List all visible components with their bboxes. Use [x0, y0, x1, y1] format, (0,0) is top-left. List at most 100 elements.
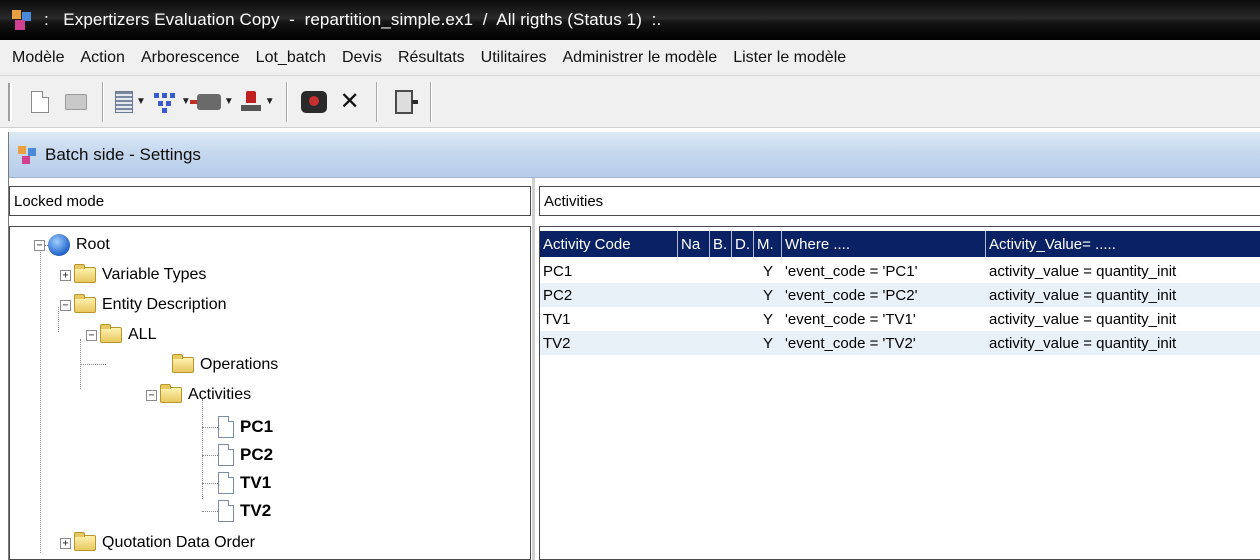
connector-button[interactable]: ▼	[189, 84, 234, 120]
cell-b[interactable]	[710, 283, 732, 307]
column-header-na[interactable]: Na	[678, 231, 710, 257]
column-header-activity-value[interactable]: Activity_Value= .....	[986, 231, 1260, 257]
cell-na[interactable]	[678, 331, 710, 355]
cell-m[interactable]: Y	[754, 307, 782, 331]
tree-view[interactable]: − Root + Variable Types − Entity Descrip…	[9, 226, 531, 560]
menu-arborescence[interactable]: Arborescence	[133, 49, 248, 67]
window-title: : Expertizers Evaluation Copy - repartit…	[44, 10, 662, 29]
column-header-d[interactable]: D.	[732, 231, 754, 257]
column-header-activity-code[interactable]: Activity Code	[540, 231, 678, 257]
cell-b[interactable]	[710, 331, 732, 355]
list-button[interactable]: ▼	[115, 84, 146, 120]
cell-activity-value[interactable]: activity_value = quantity_init	[986, 307, 1260, 331]
exit-button[interactable]	[389, 84, 419, 120]
cell-d[interactable]	[732, 283, 754, 307]
menu-devis[interactable]: Devis	[334, 49, 390, 67]
cell-activity-code[interactable]: TV1	[540, 307, 678, 331]
expand-icon[interactable]: +	[60, 537, 71, 549]
tree-node-all[interactable]: − ALL	[86, 323, 156, 347]
menu-modele[interactable]: Modèle	[4, 49, 72, 67]
tree-node-activities[interactable]: − Activities	[146, 383, 251, 407]
toolbar-grip[interactable]	[8, 82, 12, 121]
tree-leaf-pc1[interactable]: PC1	[218, 415, 273, 439]
table-row[interactable]: TV1 Y 'event_code = 'TV1' activity_value…	[540, 307, 1260, 331]
tree-leaf-pc2[interactable]: PC2	[218, 443, 273, 467]
collapse-icon[interactable]: −	[86, 329, 97, 341]
toolbar-separator	[375, 81, 378, 122]
tree-node-root[interactable]: − Root	[34, 233, 110, 257]
column-header-b[interactable]: B.	[710, 231, 732, 257]
activities-grid[interactable]: Activity Code Na B. D. M. Where .... Act…	[539, 226, 1260, 560]
toolbar: ▼ ▼ ▼ ▼ ✕	[0, 76, 1260, 128]
cell-where[interactable]: 'event_code = 'PC2'	[782, 283, 986, 307]
menu-utilitaires[interactable]: Utilitaires	[473, 49, 555, 67]
menu-administrer[interactable]: Administrer le modèle	[554, 49, 725, 67]
menu-resultats[interactable]: Résultats	[390, 49, 473, 67]
stamp-button[interactable]: ▼	[240, 84, 275, 120]
open-button[interactable]	[61, 84, 91, 120]
tree-connector	[202, 483, 218, 484]
tree-node-variable-types[interactable]: + Variable Types	[60, 263, 206, 287]
mode-label: Locked mode	[9, 186, 531, 216]
tree-connector	[202, 455, 218, 456]
new-document-button[interactable]	[25, 84, 55, 120]
chevron-down-icon[interactable]: ▼	[265, 96, 275, 107]
cell-m[interactable]: Y	[754, 331, 782, 355]
collapse-icon[interactable]: −	[34, 239, 45, 251]
cell-activity-value[interactable]: activity_value = quantity_init	[986, 259, 1260, 283]
cell-activity-code[interactable]: PC1	[540, 259, 678, 283]
cell-where[interactable]: 'event_code = 'PC1'	[782, 259, 986, 283]
table-row[interactable]: TV2 Y 'event_code = 'TV2' activity_value…	[540, 331, 1260, 355]
connector-icon	[189, 93, 221, 110]
folder-icon	[74, 532, 96, 551]
document-icon	[218, 500, 234, 522]
cell-d[interactable]	[732, 331, 754, 355]
cell-m[interactable]: Y	[754, 283, 782, 307]
tree-node-entity-description[interactable]: − Entity Description	[60, 293, 227, 317]
folder-icon	[74, 294, 96, 313]
cell-b[interactable]	[710, 307, 732, 331]
new-document-icon	[31, 90, 49, 113]
camera-button[interactable]	[299, 84, 329, 120]
cell-activity-code[interactable]: TV2	[540, 331, 678, 355]
folder-icon	[160, 384, 182, 403]
chevron-down-icon[interactable]: ▼	[224, 96, 234, 107]
inner-title-bar: Batch side - Settings	[9, 132, 1260, 178]
tree-node-operations[interactable]: Operations	[172, 353, 278, 377]
cell-b[interactable]	[710, 259, 732, 283]
collapse-icon[interactable]: −	[60, 299, 71, 311]
grid-header: Activity Code Na B. D. M. Where .... Act…	[540, 231, 1260, 257]
tree-leaf-tv1[interactable]: TV1	[218, 471, 271, 495]
cell-where[interactable]: 'event_code = 'TV2'	[782, 331, 986, 355]
toolbar-separator	[102, 81, 104, 122]
cell-activity-value[interactable]: activity_value = quantity_init	[986, 331, 1260, 355]
table-row[interactable]: PC1 Y 'event_code = 'PC1' activity_value…	[540, 259, 1260, 283]
tree-button[interactable]: ▼	[152, 84, 191, 120]
tree-icon	[152, 91, 178, 113]
cell-d[interactable]	[732, 259, 754, 283]
cell-na[interactable]	[678, 307, 710, 331]
menu-lot-batch[interactable]: Lot_batch	[248, 49, 334, 67]
collapse-icon[interactable]: −	[146, 389, 157, 401]
cell-d[interactable]	[732, 307, 754, 331]
cell-activity-code[interactable]: PC2	[540, 283, 678, 307]
column-header-where[interactable]: Where ....	[782, 231, 986, 257]
cell-where[interactable]: 'event_code = 'TV1'	[782, 307, 986, 331]
cell-na[interactable]	[678, 283, 710, 307]
inner-window-title: Batch side - Settings	[45, 144, 201, 164]
tree-node-quotation[interactable]: + Quotation Data Order	[60, 531, 255, 555]
menu-action[interactable]: Action	[72, 49, 132, 67]
cell-m[interactable]: Y	[754, 259, 782, 283]
column-header-m[interactable]: M.	[754, 231, 782, 257]
batch-settings-window: Batch side - Settings Locked mode − Root…	[8, 132, 1260, 560]
close-button[interactable]: ✕	[335, 84, 365, 120]
cell-activity-value[interactable]: activity_value = quantity_init	[986, 283, 1260, 307]
tree-leaf-tv2[interactable]: TV2	[218, 499, 271, 523]
section-label: Activities	[539, 186, 1260, 216]
expand-icon[interactable]: +	[60, 269, 71, 281]
exit-icon	[394, 89, 418, 114]
menu-lister[interactable]: Lister le modèle	[725, 49, 854, 67]
cell-na[interactable]	[678, 259, 710, 283]
chevron-down-icon[interactable]: ▼	[136, 96, 146, 107]
table-row[interactable]: PC2 Y 'event_code = 'PC2' activity_value…	[540, 283, 1260, 307]
